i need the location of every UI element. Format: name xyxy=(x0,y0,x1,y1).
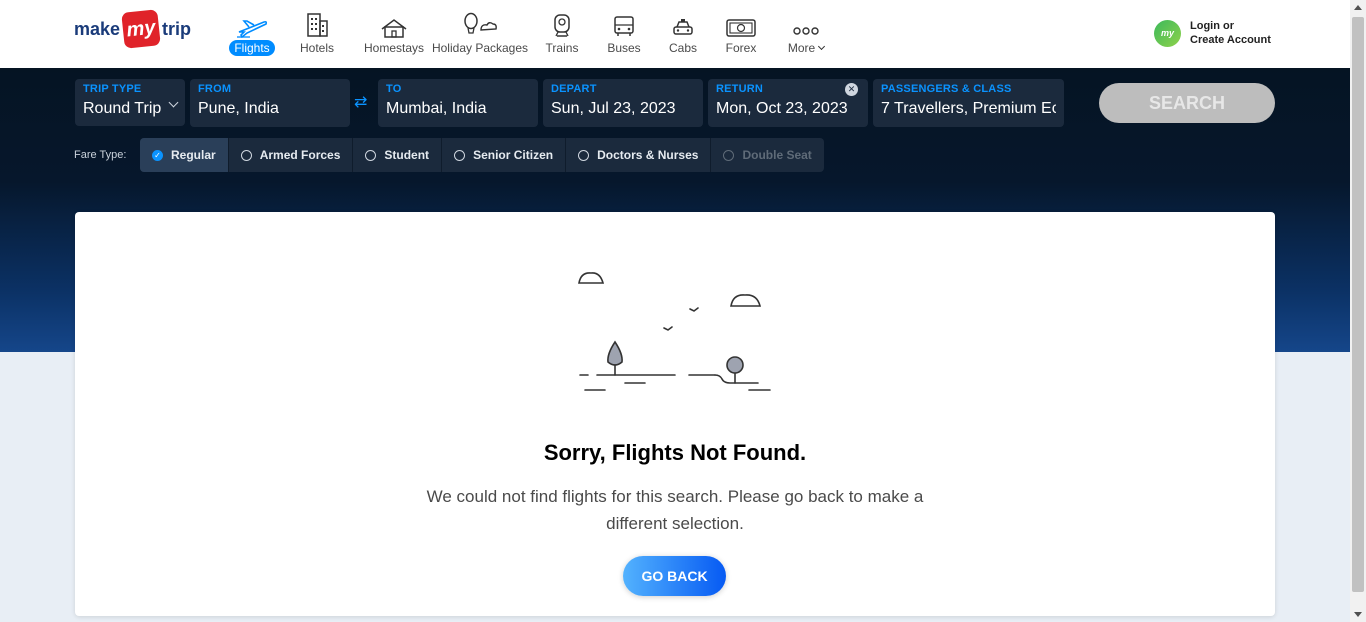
fare-option-label: Student xyxy=(384,148,430,162)
nav-item-hotels[interactable]: Hotels xyxy=(276,10,358,56)
top-header: make my trip Flights Hotels Homestays Ho… xyxy=(0,0,1350,68)
homestay-icon xyxy=(380,10,408,38)
fare-option-label: Senior Citizen xyxy=(473,148,554,162)
bus-icon xyxy=(613,10,635,38)
no-results-card: Sorry, Flights Not Found. We could not f… xyxy=(75,212,1275,616)
fare-option-armed-forces[interactable]: Armed Forces xyxy=(229,138,354,172)
from-value: Pune, India xyxy=(198,100,279,117)
nav-item-forex[interactable]: Forex xyxy=(712,10,770,56)
radio-icon xyxy=(723,149,735,161)
no-flights-title: Sorry, Flights Not Found. xyxy=(543,440,807,465)
more-icon xyxy=(793,10,819,38)
from-label: FROM xyxy=(198,83,232,95)
radio-icon xyxy=(454,149,466,161)
fare-option-regular[interactable]: ✓ Regular xyxy=(140,138,229,172)
fare-option-student[interactable]: Student xyxy=(353,138,443,172)
login-button[interactable]: my Login or Create Account xyxy=(1154,19,1271,47)
fare-option-double-seat: Double Seat xyxy=(711,138,823,172)
return-label: RETURN xyxy=(716,83,764,95)
passengers-value: 7 Travellers, Premium Economy xyxy=(881,100,1056,117)
go-back-button[interactable]: GO BACK xyxy=(623,556,726,596)
fare-option-doctors-nurses[interactable]: Doctors & Nurses xyxy=(566,138,712,172)
makemytrip-logo[interactable]: make my trip xyxy=(74,9,192,49)
scroll-up-arrow-icon[interactable] xyxy=(1354,5,1362,10)
train-icon xyxy=(552,10,572,38)
passengers-class-field[interactable]: PASSENGERS & CLASS 7 Travellers, Premium… xyxy=(873,79,1064,127)
check-icon: ✓ xyxy=(152,149,163,161)
nav-label: Trains xyxy=(545,41,579,55)
scrollbar-thumb[interactable] xyxy=(1352,17,1364,592)
scroll-down-arrow-icon[interactable] xyxy=(1354,612,1362,617)
nav-label: Homestays xyxy=(363,41,425,55)
nav-label-more: More xyxy=(783,40,829,56)
logo-text-my: my xyxy=(121,9,161,49)
chevron-down-icon xyxy=(818,42,826,51)
radio-icon xyxy=(240,149,252,161)
trip-type-label: TRIP TYPE xyxy=(83,83,142,95)
to-label: TO xyxy=(386,83,402,95)
login-text: Login or Create Account xyxy=(1190,19,1271,47)
forex-icon xyxy=(726,10,756,38)
from-field[interactable]: FROM Pune, India xyxy=(190,79,350,127)
fare-option-label: Regular xyxy=(171,148,216,162)
fare-option-label: Doctors & Nurses xyxy=(597,148,699,162)
nav-item-holiday-packages[interactable]: Holiday Packages xyxy=(430,10,530,56)
nav-item-trains[interactable]: Trains xyxy=(530,10,594,56)
nav-item-buses[interactable]: Buses xyxy=(594,10,654,56)
return-value: Mon, Oct 23, 2023 xyxy=(716,100,848,117)
login-line1: Login or xyxy=(1190,20,1234,32)
hotel-icon xyxy=(304,10,330,38)
trip-type-value: Round Trip xyxy=(83,100,162,117)
nav-label: More xyxy=(787,41,816,55)
nav-item-cabs[interactable]: Cabs xyxy=(654,10,712,56)
nav-label: Holiday Packages xyxy=(431,41,529,55)
no-flights-message: We could not find flights for this searc… xyxy=(426,487,924,533)
radio-icon xyxy=(365,149,377,161)
depart-field[interactable]: DEPART Sun, Jul 23, 2023 xyxy=(543,79,703,127)
nav-label: Forex xyxy=(725,41,757,55)
fare-type-label: Fare Type: xyxy=(74,149,127,161)
fare-type-options: ✓ Regular Armed Forces Student Senior Ci… xyxy=(140,138,824,172)
login-line2: Create Account xyxy=(1190,34,1271,46)
search-button[interactable]: SEARCH xyxy=(1099,83,1275,123)
nav-label: Hotels xyxy=(299,41,334,55)
trip-type-select[interactable]: TRIP TYPE Round Trip xyxy=(75,79,185,126)
empty-landscape-illustration xyxy=(578,272,771,391)
avatar: my xyxy=(1154,19,1181,47)
nav-item-homestays[interactable]: Homestays xyxy=(358,10,430,56)
nav-item-flights[interactable]: Flights xyxy=(228,10,276,56)
radio-icon xyxy=(578,149,590,161)
vertical-scrollbar[interactable] xyxy=(1350,0,1366,622)
return-field[interactable]: RETURN Mon, Oct 23, 2023 ✕ xyxy=(708,79,868,127)
to-field[interactable]: TO Mumbai, India xyxy=(378,79,538,127)
swap-icon[interactable]: ⇄ xyxy=(354,92,367,112)
logo-text-make: make xyxy=(74,18,121,39)
nav-label: Buses xyxy=(607,41,641,55)
passengers-label: PASSENGERS & CLASS xyxy=(881,83,1012,95)
depart-label: DEPART xyxy=(551,83,597,95)
logo-text-trip: trip xyxy=(162,18,192,39)
close-icon[interactable]: ✕ xyxy=(845,83,858,96)
fare-option-label: Armed Forces xyxy=(259,148,341,162)
fare-option-senior-citizen[interactable]: Senior Citizen xyxy=(442,138,567,172)
nav-label: Flights xyxy=(229,40,275,56)
nav-label: Cabs xyxy=(668,41,697,55)
to-value: Mumbai, India xyxy=(386,100,487,117)
product-nav: Flights Hotels Homestays Holiday Package… xyxy=(228,10,842,56)
cab-icon xyxy=(672,10,694,38)
holiday-package-icon xyxy=(461,10,499,38)
nav-item-more[interactable]: More xyxy=(770,10,842,56)
fare-option-label: Double Seat xyxy=(742,148,812,162)
depart-value: Sun, Jul 23, 2023 xyxy=(551,100,676,117)
flight-icon xyxy=(236,10,268,38)
